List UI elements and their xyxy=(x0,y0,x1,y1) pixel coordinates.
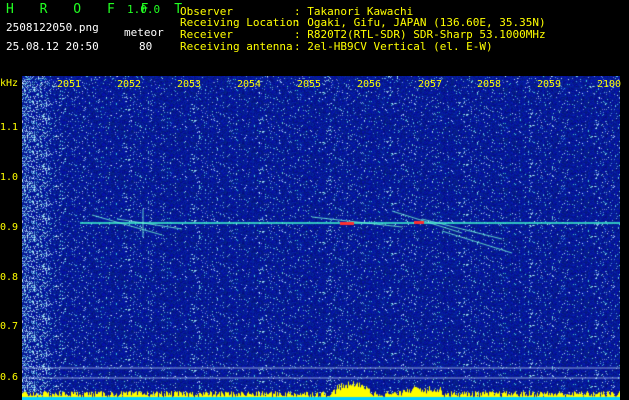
x-tick-label: 2100 xyxy=(597,79,622,90)
x-tick-label: 2056 xyxy=(357,79,382,90)
count-label: 80 xyxy=(139,40,153,53)
x-tick-label: 2054 xyxy=(237,79,262,90)
header-panel: H R O F F T 1.0.0 2508122050.png 25.08.1… xyxy=(0,0,629,76)
x-tick-label: 2059 xyxy=(537,79,562,90)
y-tick-label: 0.7 xyxy=(0,321,19,332)
version-label: 1.0.0 xyxy=(127,3,161,16)
y-unit-label: kHz xyxy=(0,78,19,89)
y-tick-label: 1.1 xyxy=(0,122,19,133)
brand-title: H R O F F T xyxy=(6,2,192,17)
y-tick-label: 0.8 xyxy=(0,272,19,283)
mode-label: meteor xyxy=(124,26,164,39)
x-tick-label: 2052 xyxy=(117,79,142,90)
x-tick-label: 2057 xyxy=(418,79,443,90)
x-tick-label: 2051 xyxy=(57,79,82,90)
x-tick-label: 2058 xyxy=(477,79,502,90)
y-tick-label: 0.6 xyxy=(0,372,19,383)
filename-label: 2508122050.png xyxy=(6,21,99,34)
y-tick-label: 1.0 xyxy=(0,172,19,183)
x-tick-label: 2055 xyxy=(297,79,322,90)
y-tick-label: 0.9 xyxy=(0,222,19,233)
datetime-label: 25.08.12 20:50 xyxy=(6,40,99,53)
x-tick-label: 2053 xyxy=(177,79,202,90)
spectrogram-canvas xyxy=(22,76,620,400)
info-value-antenna: : 2el-HB9CV Vertical (el. E-W) xyxy=(294,40,493,53)
info-key-antenna: Receiving antenna xyxy=(180,40,293,53)
